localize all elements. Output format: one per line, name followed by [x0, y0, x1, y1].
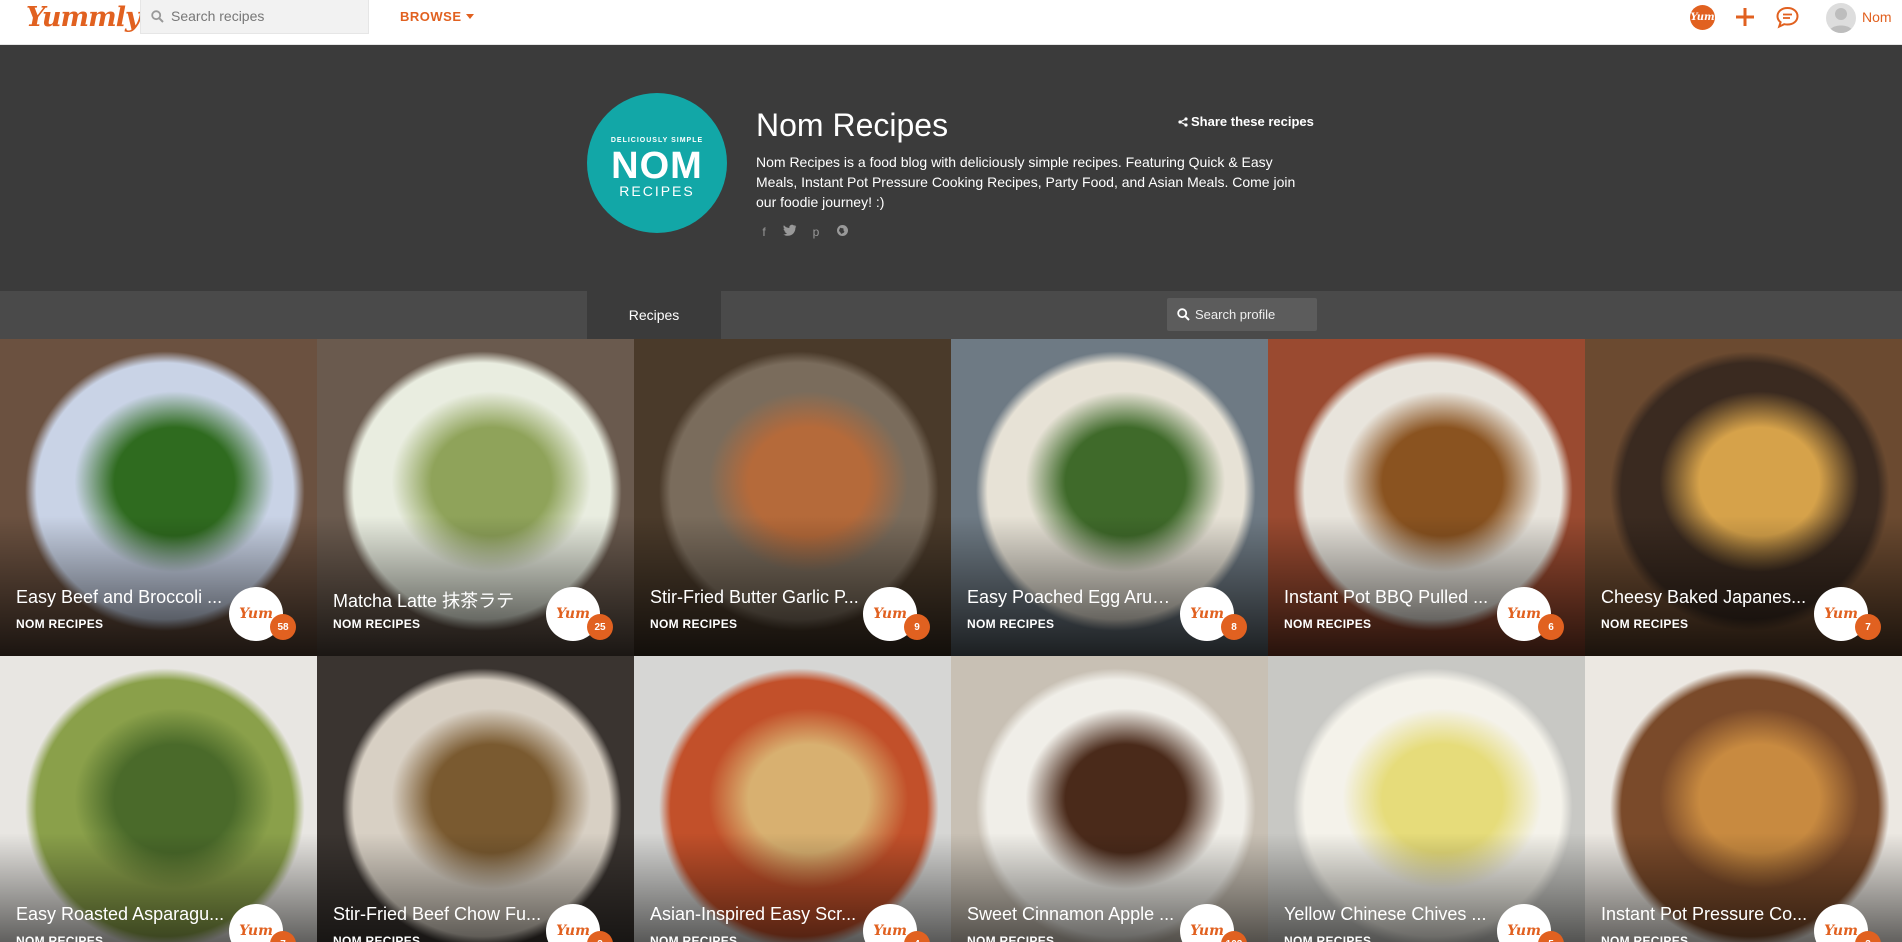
facebook-icon[interactable]: f [756, 224, 772, 240]
browse-label[interactable]: BROWSE [400, 9, 462, 24]
recipe-search-box[interactable] [140, 0, 369, 34]
recipe-source[interactable]: NOM RECIPES [333, 934, 420, 942]
profile-logo: DELICIOUSLY SIMPLE NOM RECIPES [587, 93, 727, 233]
recipe-source[interactable]: NOM RECIPES [1601, 617, 1688, 631]
profile-name: Nom Recipes [756, 107, 949, 143]
recipe-source[interactable]: NOM RECIPES [967, 617, 1054, 631]
search-icon [151, 10, 164, 23]
username-link[interactable]: Nom [1862, 9, 1892, 25]
yum-count-badge: 9 [904, 614, 930, 640]
recipe-title[interactable]: Stir-Fried Butter Garlic P... [650, 587, 860, 608]
social-links: f p [756, 224, 850, 240]
profile-logo-tagline: DELICIOUSLY SIMPLE [610, 137, 704, 144]
caret-down-icon [465, 14, 474, 19]
recipe-source[interactable]: NOM RECIPES [16, 617, 103, 631]
recipe-source[interactable]: NOM RECIPES [1284, 934, 1371, 942]
recipe-title[interactable]: Instant Pot BBQ Pulled ... [1284, 587, 1494, 608]
recipe-source[interactable]: NOM RECIPES [1284, 617, 1371, 631]
recipe-title[interactable]: Matcha Latte 抹茶ラテ [333, 587, 543, 613]
yum-collections-icon[interactable]: Yum [1690, 5, 1715, 30]
recipe-grid: Easy Beef and Broccoli ... NOM RECIPES Yum… [0, 339, 1902, 942]
profile-search-input[interactable] [1195, 298, 1313, 331]
recipe-title[interactable]: Sweet Cinnamon Apple ... [967, 904, 1177, 925]
share-recipes-button[interactable]: Share these recipes [1178, 114, 1314, 129]
recipe-title[interactable]: Stir-Fried Beef Chow Fu... [333, 904, 543, 925]
profile-header: DELICIOUSLY SIMPLE NOM RECIPES Nom Recip… [0, 45, 1902, 291]
profile-logo-recipes: RECIPES [619, 183, 695, 199]
yum-count-badge: 25 [587, 614, 613, 640]
search-icon [1177, 308, 1190, 321]
yum-count-badge: 58 [270, 614, 296, 640]
user-avatar[interactable] [1826, 3, 1856, 33]
logo-text[interactable]: Yummly [26, 2, 141, 33]
recipe-title[interactable]: Yellow Chinese Chives ... [1284, 904, 1494, 925]
recipe-card[interactable]: Easy Roasted Asparagu...NOM RECIPESYum7 [0, 656, 317, 942]
recipe-title[interactable]: Instant Pot Pressure Co... [1601, 904, 1811, 925]
recipe-card[interactable]: Stir-Fried Beef Chow Fu... NOM RECIPES Yum… [317, 656, 634, 942]
chat-bubble-icon[interactable] [1775, 5, 1800, 30]
recipe-card[interactable]: Easy Poached Egg Arug... NOM RECIPES Yum 8 [951, 339, 1268, 656]
plus-icon[interactable] [1733, 5, 1757, 29]
recipe-card[interactable]: Asian-Inspired Easy Scr... NOM RECIPES Yum… [634, 656, 951, 942]
recipe-card[interactable]: Matcha Latte 抹茶ラテ NOM RECIPES Yum 25 [317, 339, 634, 656]
recipe-card[interactable]: Instant Pot Pressure Co... NOM RECIPES Yum… [1585, 656, 1902, 942]
recipe-title[interactable]: Cheesy Baked Japanes... [1601, 587, 1811, 608]
recipe-card[interactable]: Easy Beef and Broccoli ... NOM RECIPES Yum… [0, 339, 317, 656]
share-icon [1178, 117, 1188, 127]
yum-count-badge: 7 [1855, 614, 1881, 640]
browse-menu-button[interactable]: BROWSE [400, 9, 474, 24]
profile-logo-nom: NOM [611, 145, 703, 187]
recipe-card[interactable]: Cheesy Baked Japanes... NOM RECIPES Yum 7 [1585, 339, 1902, 656]
recipe-card[interactable]: Sweet Cinnamon Apple ...NOM RECIPESYum10… [951, 656, 1268, 942]
yum-count-badge: 6 [1538, 614, 1564, 640]
yum-count-badge: 8 [1221, 614, 1247, 640]
profile-tab-bar: Recipes [0, 291, 1902, 339]
recipe-title[interactable]: Easy Poached Egg Arug... [967, 587, 1177, 608]
top-nav-bar: Yummly™ BROWSE Yum Nom [0, 0, 1902, 45]
recipe-source[interactable]: NOM RECIPES [16, 934, 103, 942]
profile-description: Nom Recipes is a food blog with deliciou… [756, 154, 1296, 210]
website-icon[interactable] [834, 224, 850, 240]
user-silhouette-icon [1829, 8, 1853, 33]
recipe-card[interactable]: Instant Pot BBQ Pulled ... NOM RECIPES Yum… [1268, 339, 1585, 656]
recipe-title[interactable]: Easy Roasted Asparagu... [16, 904, 226, 925]
recipe-source[interactable]: NOM RECIPES [1601, 934, 1688, 942]
share-label[interactable]: Share these recipes [1191, 114, 1314, 129]
recipe-card[interactable]: Yellow Chinese Chives ...NOM RECIPESYum5 [1268, 656, 1585, 942]
recipe-card[interactable]: Stir-Fried Butter Garlic P... NOM RECIPES… [634, 339, 951, 656]
recipe-source[interactable]: NOM RECIPES [650, 934, 737, 942]
recipe-title[interactable]: Easy Beef and Broccoli ... [16, 587, 226, 608]
recipe-search-input[interactable] [171, 0, 361, 32]
pinterest-icon[interactable]: p [808, 224, 824, 240]
recipe-source[interactable]: NOM RECIPES [333, 617, 420, 631]
profile-search-box[interactable] [1167, 298, 1317, 331]
tab-recipes[interactable]: Recipes [587, 291, 721, 339]
recipe-source[interactable]: NOM RECIPES [967, 934, 1054, 942]
recipe-source[interactable]: NOM RECIPES [650, 617, 737, 631]
twitter-icon[interactable] [782, 224, 798, 240]
yummly-logo[interactable]: Yummly™ [26, 2, 148, 33]
recipe-title[interactable]: Asian-Inspired Easy Scr... [650, 904, 860, 925]
